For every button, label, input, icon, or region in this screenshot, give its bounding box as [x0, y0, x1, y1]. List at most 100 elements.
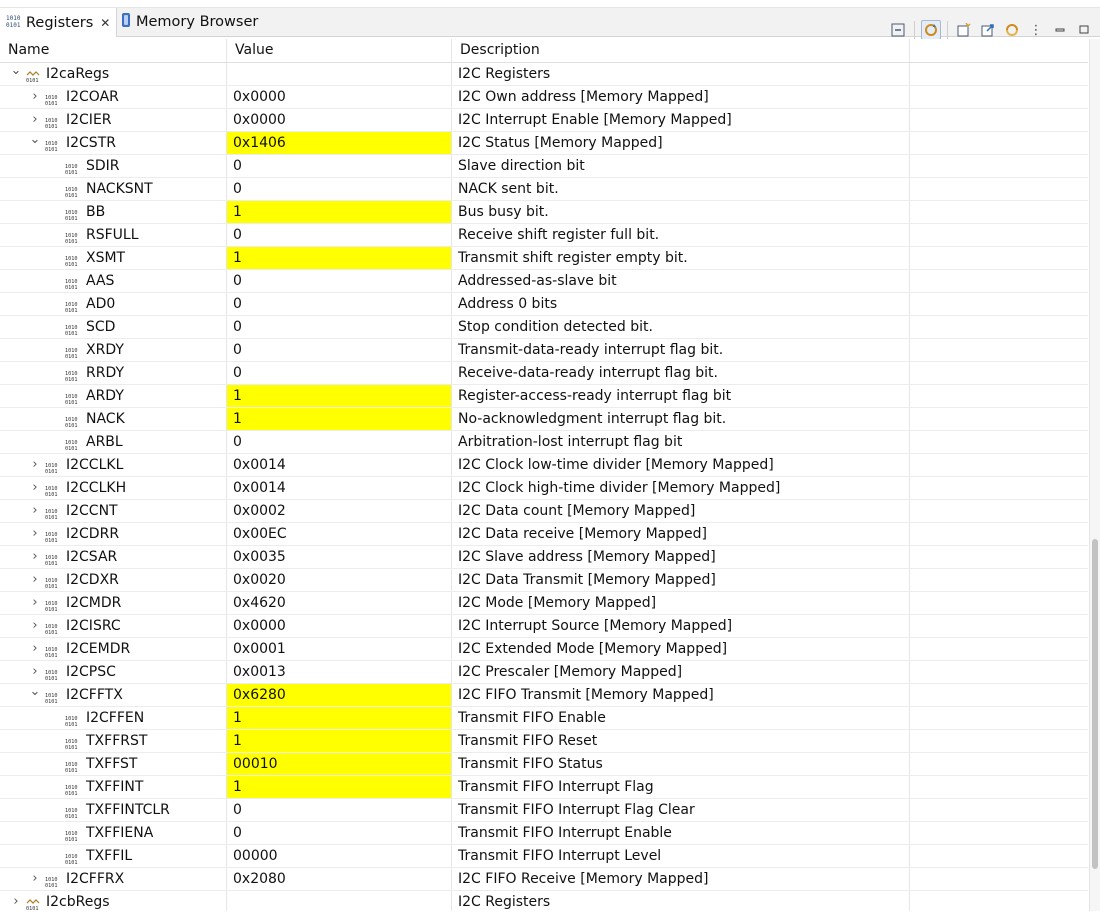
- table-row[interactable]: › 1010 0101 I2CDRR 0x00EC I2C Data receive [M…: [0, 523, 1088, 546]
- register-value[interactable]: 0: [227, 822, 452, 844]
- table-row[interactable]: 1010 0101 ARBL 0 Arbitration-lost interrupt …: [0, 431, 1088, 454]
- tab-registers[interactable]: 1010 0101 Registers ✕: [0, 8, 118, 37]
- table-row[interactable]: › 1010 0101 I2CMDR 0x4620 I2C Mode [Memory Ma…: [0, 592, 1088, 615]
- chevron-right-icon[interactable]: ›: [29, 86, 41, 108]
- continuous-refresh-icon[interactable]: [921, 20, 941, 40]
- register-value[interactable]: 0: [227, 339, 452, 361]
- tab-memory-browser[interactable]: Memory Browser: [114, 8, 264, 36]
- register-value[interactable]: 1: [227, 247, 452, 269]
- table-row[interactable]: ⌄ 0101 I2caRegs I2C Registers: [0, 63, 1088, 86]
- table-row[interactable]: 1010 0101 TXFFINT 1 Transmit FIFO Interrupt …: [0, 776, 1088, 799]
- table-row[interactable]: › 1010 0101 I2CIER 0x0000 I2C Interrupt Enabl…: [0, 109, 1088, 132]
- register-value[interactable]: 00010: [227, 753, 452, 775]
- register-value[interactable]: 1: [227, 730, 452, 752]
- table-row[interactable]: › 1010 0101 I2CCLKH 0x0014 I2C Clock high-tim…: [0, 477, 1088, 500]
- vertical-scrollbar[interactable]: [1089, 39, 1100, 911]
- register-value[interactable]: 0x0020: [227, 569, 452, 591]
- table-row[interactable]: 1010 0101 I2CFFEN 1 Transmit FIFO Enable: [0, 707, 1088, 730]
- register-value[interactable]: 0x0000: [227, 109, 452, 131]
- chevron-right-icon[interactable]: ›: [29, 638, 41, 660]
- table-row[interactable]: 1010 0101 BB 1 Bus busy bit.: [0, 201, 1088, 224]
- register-value[interactable]: 0x00EC: [227, 523, 452, 545]
- table-row[interactable]: › 1010 0101 I2CPSC 0x0013 I2C Prescaler [Memo…: [0, 661, 1088, 684]
- table-row[interactable]: › 1010 0101 I2CSAR 0x0035 I2C Slave address […: [0, 546, 1088, 569]
- register-value[interactable]: 1: [227, 408, 452, 430]
- table-row[interactable]: 1010 0101 RRDY 0 Receive-data-ready interrup…: [0, 362, 1088, 385]
- chevron-right-icon[interactable]: ›: [29, 477, 41, 499]
- table-row[interactable]: › 1010 0101 I2CEMDR 0x0001 I2C Extended Mode …: [0, 638, 1088, 661]
- register-value[interactable]: 0: [227, 362, 452, 384]
- export-icon[interactable]: [978, 20, 998, 40]
- register-value[interactable]: 0x0014: [227, 477, 452, 499]
- register-value[interactable]: 0: [227, 155, 452, 177]
- register-value[interactable]: 0x0000: [227, 615, 452, 637]
- register-value[interactable]: 0x2080: [227, 868, 452, 890]
- table-row[interactable]: 1010 0101 TXFFIENA 0 Transmit FIFO Interrupt…: [0, 822, 1088, 845]
- table-row[interactable]: 1010 0101 AD0 0 Address 0 bits: [0, 293, 1088, 316]
- register-value[interactable]: 0x0014: [227, 454, 452, 476]
- table-row[interactable]: › 1010 0101 I2CCNT 0x0002 I2C Data count [Mem…: [0, 500, 1088, 523]
- chevron-right-icon[interactable]: ›: [29, 109, 41, 131]
- chevron-down-icon[interactable]: ⌄: [10, 63, 22, 85]
- register-value[interactable]: [227, 891, 452, 911]
- table-row[interactable]: 1010 0101 TXFFST 00010 Transmit FIFO Status: [0, 753, 1088, 776]
- chevron-right-icon[interactable]: ›: [29, 569, 41, 591]
- chevron-right-icon[interactable]: ›: [29, 454, 41, 476]
- register-value[interactable]: 0: [227, 270, 452, 292]
- chevron-right-icon[interactable]: ›: [29, 661, 41, 683]
- register-value[interactable]: 0: [227, 316, 452, 338]
- table-row[interactable]: › 1010 0101 I2CFFRX 0x2080 I2C FIFO Receive […: [0, 868, 1088, 891]
- register-value[interactable]: 0x0035: [227, 546, 452, 568]
- table-row[interactable]: › 1010 0101 I2CDXR 0x0020 I2C Data Transmit […: [0, 569, 1088, 592]
- table-row[interactable]: ⌄ 1010 0101 I2CSTR 0x1406 I2C Status [Memory …: [0, 132, 1088, 155]
- register-value[interactable]: 0: [227, 178, 452, 200]
- table-row[interactable]: › 1010 0101 I2CISRC 0x0000 I2C Interrupt Sour…: [0, 615, 1088, 638]
- register-value[interactable]: [227, 63, 452, 85]
- register-value[interactable]: 0: [227, 431, 452, 453]
- table-row[interactable]: › 1010 0101 I2COAR 0x0000 I2C Own address [Me…: [0, 86, 1088, 109]
- chevron-right-icon[interactable]: ›: [29, 500, 41, 522]
- table-row[interactable]: › 1010 0101 I2CCLKL 0x0014 I2C Clock low-time…: [0, 454, 1088, 477]
- minimize-icon[interactable]: [1050, 20, 1070, 40]
- table-row[interactable]: 1010 0101 NACKSNT 0 NACK sent bit.: [0, 178, 1088, 201]
- table-row[interactable]: 1010 0101 AAS 0 Addressed-as-slave bit: [0, 270, 1088, 293]
- table-row[interactable]: 1010 0101 SDIR 0 Slave direction bit: [0, 155, 1088, 178]
- register-value[interactable]: 0x0000: [227, 86, 452, 108]
- collapse-all-icon[interactable]: [888, 20, 908, 40]
- column-header-value[interactable]: Value: [227, 39, 452, 62]
- register-value[interactable]: 0x0013: [227, 661, 452, 683]
- register-value[interactable]: 0: [227, 293, 452, 315]
- table-row[interactable]: 1010 0101 ARDY 1 Register-access-ready inter…: [0, 385, 1088, 408]
- table-row[interactable]: 1010 0101 NACK 1 No-acknowledgment interrupt…: [0, 408, 1088, 431]
- table-row[interactable]: 1010 0101 TXFFINTCLR 0 Transmit FIFO Interru…: [0, 799, 1088, 822]
- table-row[interactable]: 1010 0101 XRDY 0 Transmit-data-ready interru…: [0, 339, 1088, 362]
- register-value[interactable]: 0x6280: [227, 684, 452, 706]
- register-value[interactable]: 1: [227, 201, 452, 223]
- column-header-name[interactable]: Name: [0, 39, 227, 62]
- register-value[interactable]: 0x0001: [227, 638, 452, 660]
- table-row[interactable]: › 0101 I2cbRegs I2C Registers: [0, 891, 1088, 911]
- register-value[interactable]: 1: [227, 776, 452, 798]
- chevron-right-icon[interactable]: ›: [10, 891, 22, 911]
- close-icon[interactable]: ✕: [100, 16, 110, 30]
- register-value[interactable]: 0x1406: [227, 132, 452, 154]
- table-row[interactable]: 1010 0101 TXFFIL 00000 Transmit FIFO Interru…: [0, 845, 1088, 868]
- column-header-description[interactable]: Description: [452, 39, 910, 62]
- table-row[interactable]: 1010 0101 TXFFRST 1 Transmit FIFO Reset: [0, 730, 1088, 753]
- chevron-down-icon[interactable]: ⌄: [29, 684, 41, 706]
- table-row[interactable]: 1010 0101 SCD 0 Stop condition detected bit.: [0, 316, 1088, 339]
- scrollbar-thumb[interactable]: [1092, 539, 1098, 869]
- chevron-right-icon[interactable]: ›: [29, 546, 41, 568]
- register-value[interactable]: 00000: [227, 845, 452, 867]
- table-row[interactable]: 1010 0101 XSMT 1 Transmit shift register emp…: [0, 247, 1088, 270]
- register-value[interactable]: 0x0002: [227, 500, 452, 522]
- register-value[interactable]: 1: [227, 707, 452, 729]
- chevron-right-icon[interactable]: ›: [29, 615, 41, 637]
- maximize-icon[interactable]: [1074, 20, 1094, 40]
- chevron-right-icon[interactable]: ›: [29, 523, 41, 545]
- chevron-down-icon[interactable]: ⌄: [29, 132, 41, 154]
- register-value[interactable]: 1: [227, 385, 452, 407]
- register-value[interactable]: 0x4620: [227, 592, 452, 614]
- register-value[interactable]: 0: [227, 799, 452, 821]
- table-row[interactable]: 1010 0101 RSFULL 0 Receive shift register fu…: [0, 224, 1088, 247]
